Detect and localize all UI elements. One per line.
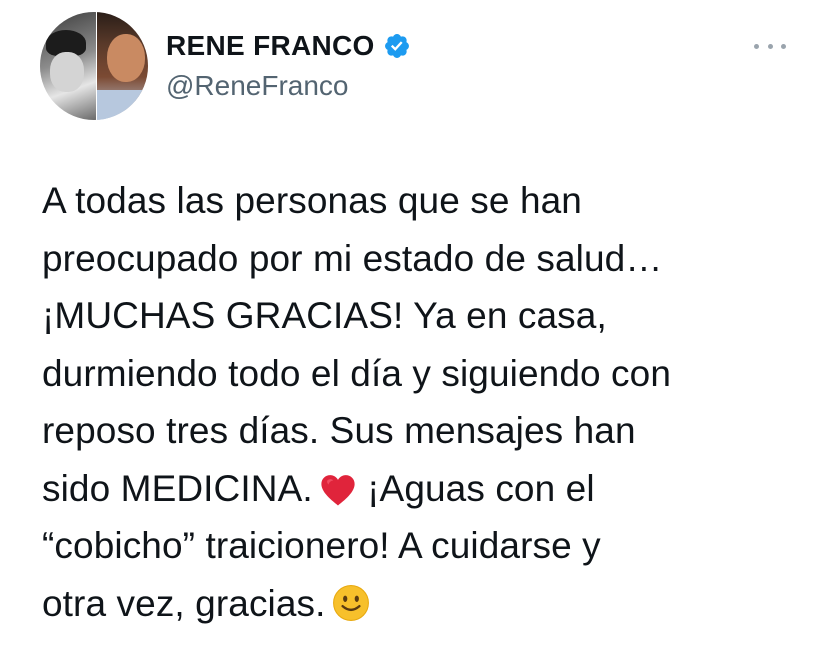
tweet-line: A todas las personas que se han bbox=[42, 180, 582, 221]
tweet-card: RENE FRANCO @ReneFranco A todas las pers… bbox=[0, 0, 828, 649]
tweet-text: A todas las personas que se han preocupa… bbox=[42, 172, 802, 632]
slightly-smiling-face-icon bbox=[332, 584, 369, 621]
avatar-photo-left bbox=[40, 12, 97, 120]
tweet-line: reposo tres días. Sus mensajes han bbox=[42, 410, 636, 451]
author-name-row: RENE FRANCO bbox=[166, 30, 411, 62]
tweet-line: ¡MUCHAS GRACIAS! Ya en casa, bbox=[42, 295, 607, 336]
avatar-photo-right bbox=[97, 12, 148, 120]
tweet-line-part: ¡Aguas con el bbox=[356, 467, 595, 509]
tweet-line: “cobicho” traicionero! A cuidarse y bbox=[42, 525, 601, 566]
tweet-line-with-smile: otra vez, gracias. bbox=[42, 575, 802, 633]
author-display-name[interactable]: RENE FRANCO bbox=[166, 30, 375, 62]
author-handle[interactable]: @ReneFranco bbox=[166, 70, 349, 102]
red-heart-icon bbox=[321, 474, 355, 505]
verified-badge-icon bbox=[384, 34, 409, 58]
tweet-line-part: sido MEDICINA. bbox=[42, 467, 313, 509]
tweet-line: preocupado por mi estado de salud… bbox=[42, 237, 663, 279]
tweet-line-part: otra vez, gracias. bbox=[42, 582, 326, 624]
ellipsis-icon[interactable] bbox=[754, 34, 786, 58]
tweet-line: durmiendo todo el día y siguiendo con bbox=[42, 352, 672, 394]
tweet-line-with-heart: sido MEDICINA. ¡Aguas con el bbox=[42, 460, 802, 518]
author-avatar[interactable] bbox=[40, 12, 148, 120]
